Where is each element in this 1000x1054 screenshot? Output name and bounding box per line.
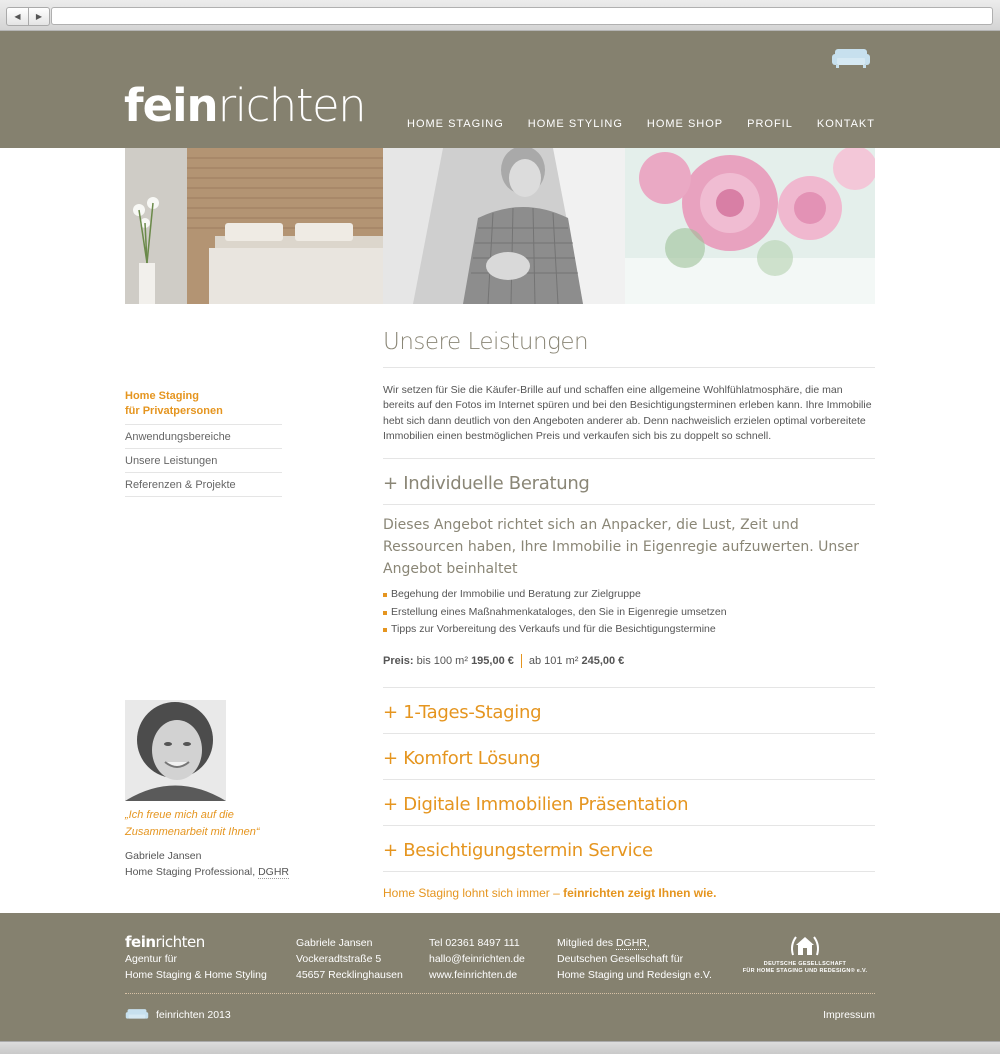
profile-box: „Ich freue mich auf die Zusammenarbeit m… [125,700,295,880]
impressum-link[interactable]: Impressum [823,1009,875,1021]
sidebar-item-anwendungsbereiche[interactable]: Anwendungsbereiche [125,425,282,449]
footer-email-link[interactable]: hallo@feinrichten.de [429,951,525,967]
footer-address-city: 45657 Recklinghausen [296,969,403,981]
footer-logo-light: richten [155,933,206,951]
price-a-value: 195,00 € [471,654,514,667]
list-item: Tipps zur Vorbereitung des Verkaufs und … [383,621,875,639]
forward-icon[interactable]: ▶ [28,8,49,25]
accordion-komfort-loesung[interactable]: + Komfort Lösung [383,734,875,780]
price-label: Preis: [383,654,414,667]
sofa-icon[interactable] [831,47,871,69]
woman-with-flowers-image [383,148,625,304]
list-item: Erstellung eines Maßnahmenkataloges, den… [383,604,875,622]
peony-flowers-image [625,148,875,304]
list-item: Begehung der Immobilie und Beratung zur … [383,586,875,604]
footer-website-link[interactable]: www.feinrichten.de [429,967,525,983]
footer-address-street: Vockeradtstraße 5 [296,953,382,965]
footer-col-contact: Tel 02361 8497 111 hallo@feinrichten.de … [429,935,525,983]
footer-phone[interactable]: Tel 02361 8497 111 [429,935,525,951]
price-b-value: 245,00 € [581,654,625,667]
profile-quote: „Ich freue mich auf die Zusammenarbeit m… [125,807,295,841]
service-bullet-list: Begehung der Immobilie und Beratung zur … [383,586,875,639]
section-lead-text: Dieses Angebot richtet sich an Anpacker,… [383,517,859,578]
browser-nav-buttons: ◀ ▶ [6,7,50,26]
seal-line1: DEUTSCHE GESELLSCHAFT [763,961,847,967]
price-a-text: bis 100 m² [416,654,468,667]
bedroom-image [125,148,383,304]
main-navigation: HOME STAGING HOME STYLING HOME SHOP PROF… [407,118,875,130]
price-separator [520,653,522,668]
back-icon[interactable]: ◀ [7,8,28,25]
footer-membership-line3: Home Staging und Redesign e.V. [557,969,712,981]
logo-light-part: richten [217,79,367,132]
tagline-text: Home Staging lohnt sich immer – [383,885,564,900]
nav-home-styling[interactable]: HOME STYLING [528,118,623,130]
footer-col-address: Gabriele Jansen Vockeradtstraße 5 45657 … [296,935,403,983]
sidebar-active-line2: für Privatpersonen [125,405,223,417]
site-logo[interactable]: feinrichten [124,83,367,128]
copyright-text: feinrichten 2013 [156,1009,231,1021]
site-footer: feinrichten Agentur für Home Staging & H… [0,913,1000,1041]
logo-bold-part: fein [124,79,219,132]
hero-image-strip [125,148,875,304]
footer-logo-bold: fein [125,933,156,951]
footer-membership-prefix: Mitglied des [557,937,616,949]
footer-divider [125,993,875,994]
tagline-bold: feinrichten zeigt Ihnen wie. [563,885,717,900]
nav-home-staging[interactable]: HOME STAGING [407,118,504,130]
footer-dghr-link[interactable]: DGHR [615,937,647,950]
accordion-individuelle-beratung[interactable]: + Individuelle Beratung [383,459,875,506]
sidebar-item-unsere-leistungen[interactable]: Unsere Leistungen [125,449,282,473]
browser-toolbar: ◀ ▶ [0,0,1000,31]
footer-logo: feinrichten [125,933,267,951]
footer-agency-line1: Agentur für [125,953,177,965]
site-header: feinrichten HOME STAGING HOME STYLING HO… [0,31,1000,148]
page-title: Unsere Leistungen [383,329,875,368]
sidebar-active-line1: Home Staging [125,390,199,402]
dghr-link[interactable]: DGHR [258,865,289,879]
footer-col-membership: Mitglied des DGHR, Deutschen Gesellschaf… [557,935,712,983]
profile-name: Gabriele Jansen [125,850,202,862]
seal-line2: FÜR HOME STAGING UND REDESIGN® e.V. [742,968,868,974]
intro-text: Wir setzen für Sie die Käufer-Brille auf… [383,383,875,460]
sidebar-navigation: Home Staging für Privatpersonen Anwendun… [125,389,282,497]
footer-col-agency: feinrichten Agentur für Home Staging & H… [125,933,267,983]
profile-name-block: Gabriele Jansen Home Staging Professiona… [125,849,295,880]
tagline: Home Staging lohnt sich immer – feinrich… [383,886,875,900]
nav-profil[interactable]: PROFIL [747,118,793,130]
main-content: Unsere Leistungen Wir setzen für Sie die… [383,329,875,900]
footer-address-name: Gabriele Jansen [296,937,373,949]
dghr-seal[interactable]: DEUTSCHE GESELLSCHAFT FÜR HOME STAGING U… [737,933,873,975]
footer-agency-line2: Home Staging & Home Styling [125,969,267,981]
footer-membership-line1: Mitglied des DGHR, [557,935,712,951]
sidebar-item-home-staging-privat[interactable]: Home Staging für Privatpersonen [125,389,282,425]
address-bar[interactable] [51,7,993,25]
browser-status-bar [0,1041,1000,1054]
sidebar-item-referenzen[interactable]: Referenzen & Projekte [125,473,282,497]
price-info: Preis: bis 100 m² 195,00 € ab 101 m² 245,… [383,653,875,688]
quote-line2: Zusammenarbeit mit Ihnen“ [125,826,260,838]
accordion-digitale-praesentation[interactable]: + Digitale Immobilien Präsentation [383,780,875,826]
footer-membership-suffix: , [646,937,650,949]
nav-kontakt[interactable]: KONTAKT [817,118,875,130]
accordion-1-tages-staging[interactable]: + 1-Tages-Staging [383,688,875,734]
price-b-text: ab 101 m² [528,654,579,667]
nav-home-shop[interactable]: HOME SHOP [647,118,723,130]
profile-role: Home Staging Professional, DGHR [125,865,295,881]
profile-role-text: Home Staging Professional, [125,865,259,878]
accordion-besichtigungstermin[interactable]: + Besichtigungstermin Service [383,826,875,872]
sofa-icon [125,1009,149,1019]
avatar [125,700,226,801]
quote-line1: „Ich freue mich auf die [125,809,234,821]
footer-membership-line2: Deutschen Gesellschaft für [557,953,684,965]
dghr-seal-icon [791,936,819,956]
web-page: feinrichten HOME STAGING HOME STYLING HO… [0,31,1000,1041]
